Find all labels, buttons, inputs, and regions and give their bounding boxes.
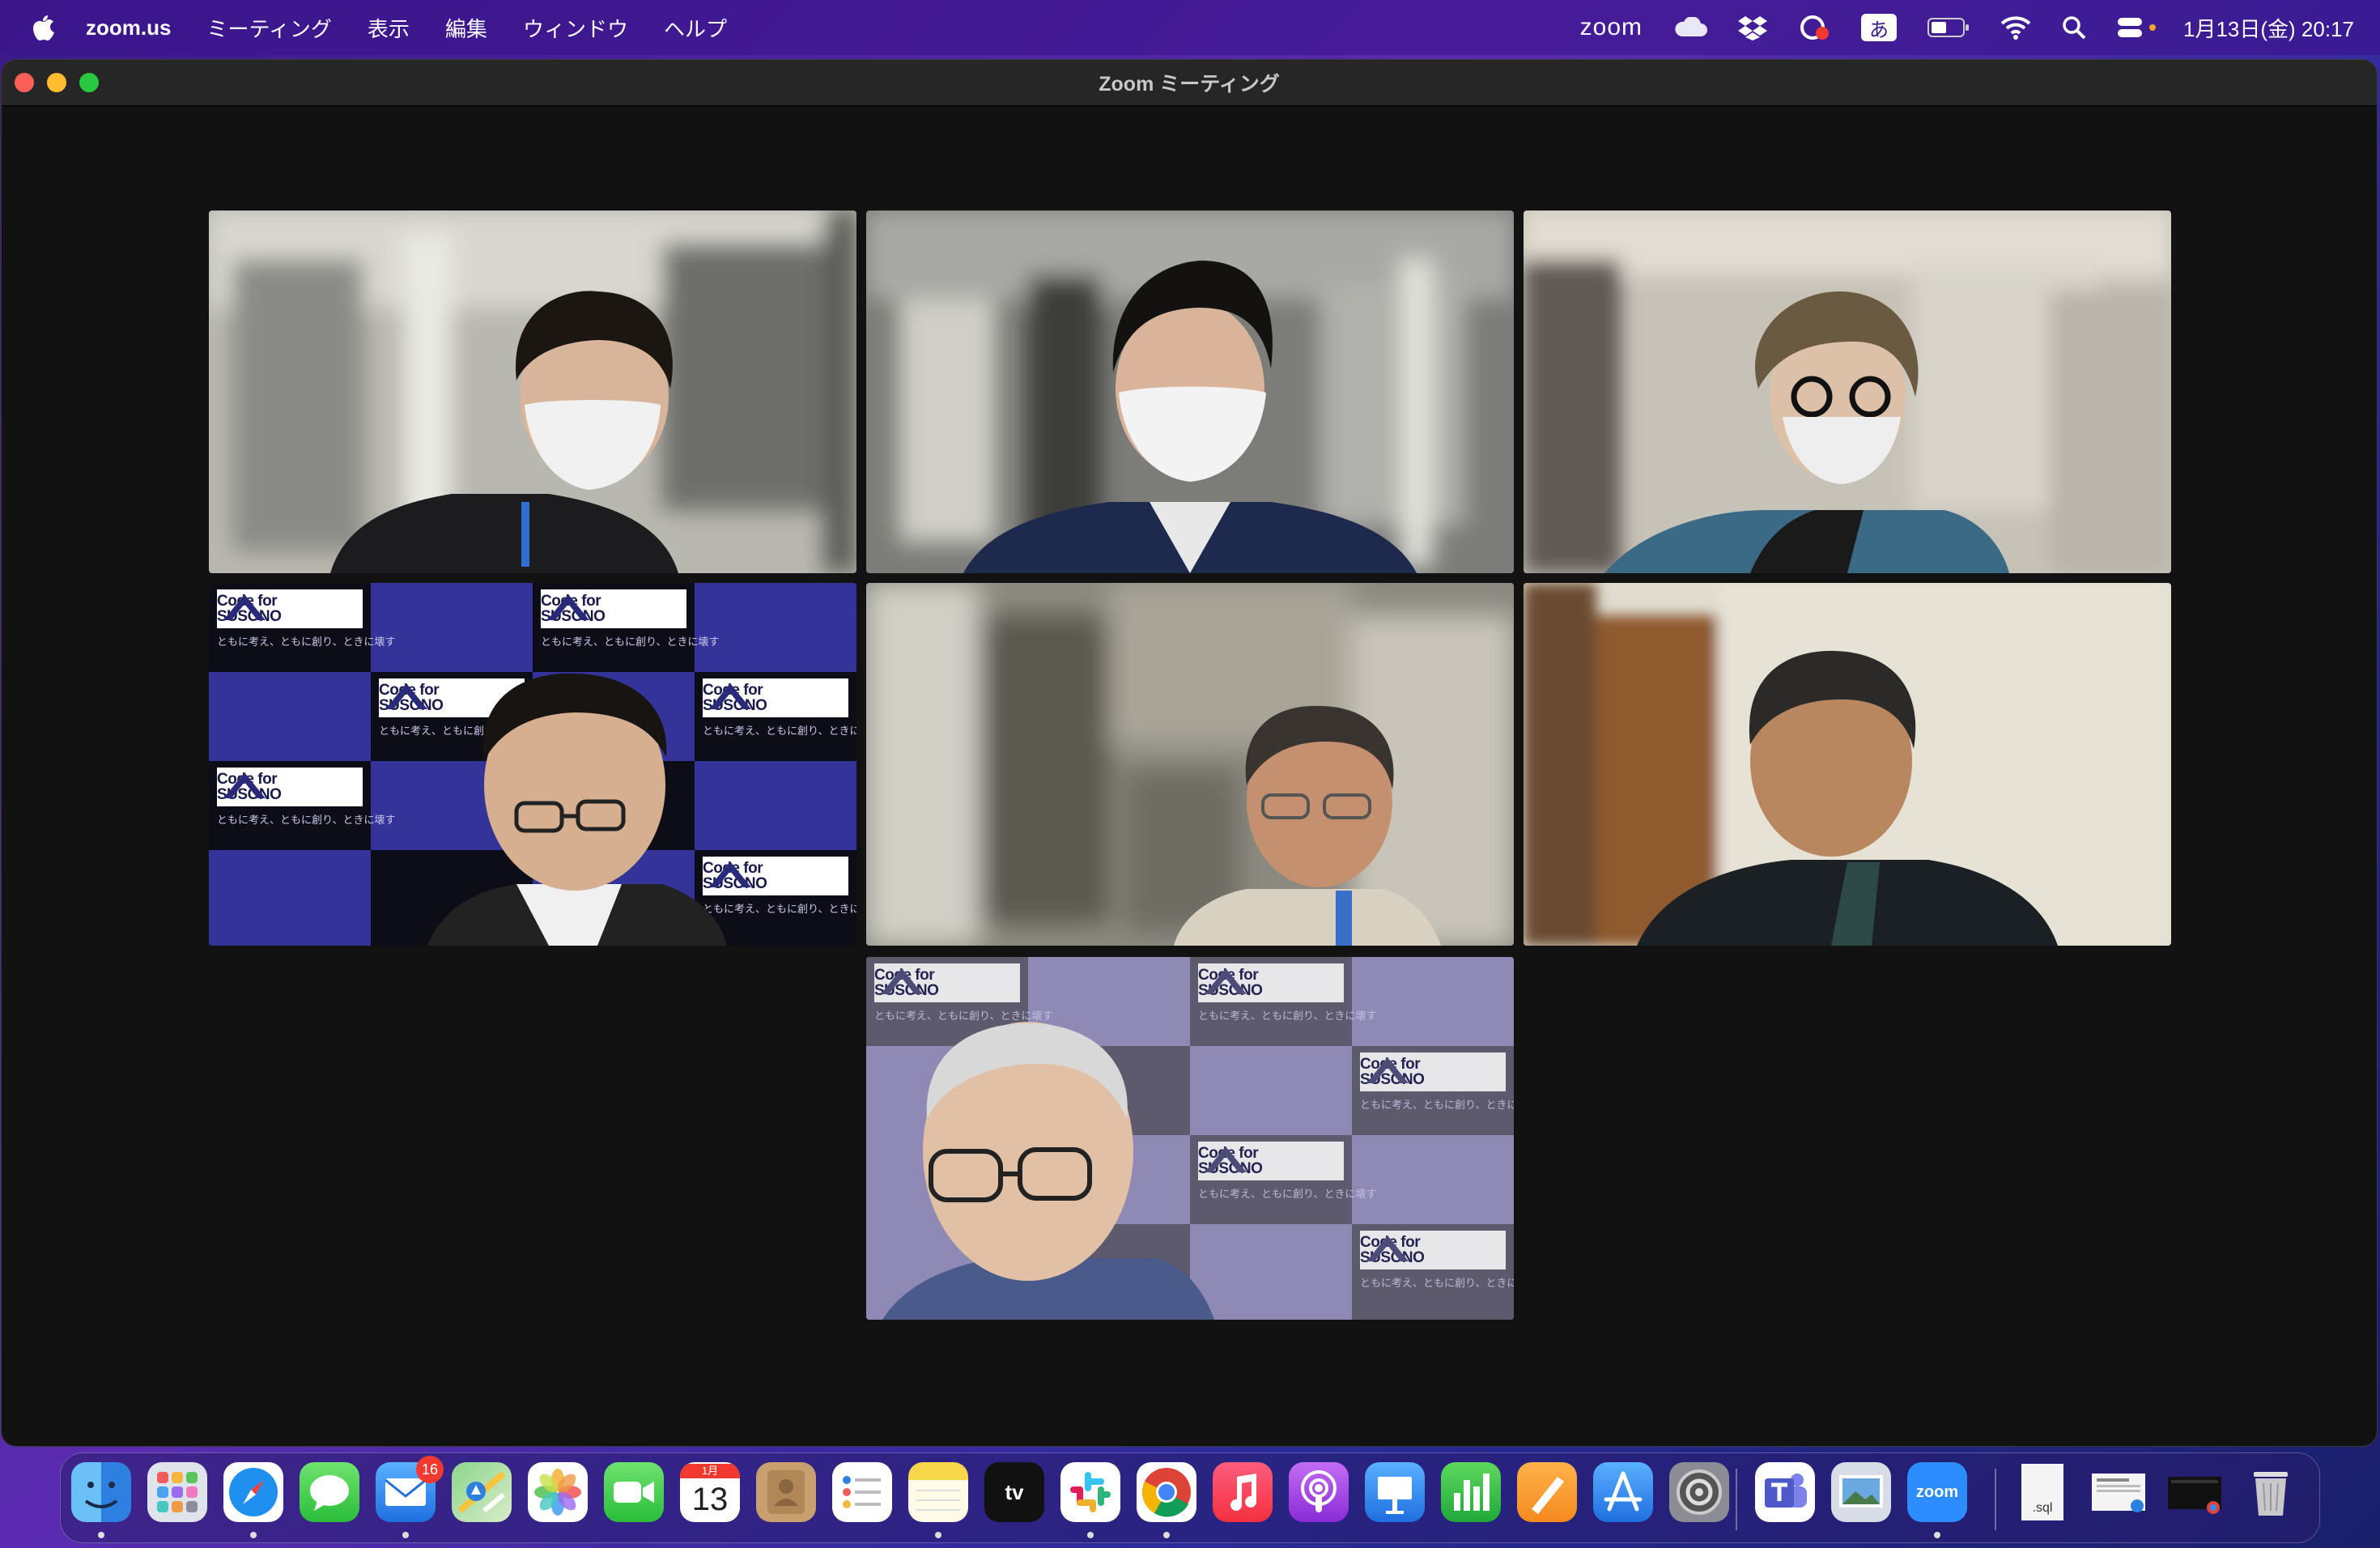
messages-icon[interactable] [300,1462,359,1522]
battery-icon[interactable] [1927,17,1970,38]
window-titlebar: Zoom ミーティング [2,60,2377,106]
participant-video-feed [1524,583,2171,946]
participant-video-feed [882,1022,1214,1320]
zoom-meeting-window: Zoom ミーティング Code for SUSONO ともに考え、ともに創り、… [2,60,2377,1446]
menu-edit[interactable]: 編集 [445,13,487,43]
screenshot-thumbnail-icon[interactable] [2165,1462,2225,1522]
preview-icon[interactable] [1831,1462,1891,1522]
app-menu[interactable]: zoom.us [86,15,171,40]
menu-meeting[interactable]: ミーティング [206,13,331,43]
participant-video-tile[interactable]: Code for SUSONO ともに考え、ともに創り、ときに壊す Code for… [209,583,856,946]
apple-tv-label: tv [1005,1479,1024,1504]
launchpad-icon[interactable] [147,1462,207,1522]
document-thumbnail-icon[interactable] [2089,1462,2148,1522]
app-store-icon[interactable] [1593,1462,1653,1522]
participant-video-feed [1524,211,2171,573]
participant-video-tile[interactable] [1524,211,2171,573]
menu-help[interactable]: ヘルプ [664,13,727,43]
contacts-icon[interactable] [756,1462,816,1522]
participant-video-feed [209,211,856,573]
sql-file-label: .sql [2032,1501,2053,1515]
menu-window[interactable]: ウィンドウ [523,13,628,43]
keynote-icon[interactable] [1365,1462,1425,1522]
icloud-icon[interactable] [1673,17,1707,38]
numbers-icon[interactable] [1441,1462,1501,1522]
apple-menu-icon[interactable] [29,11,58,44]
music-icon[interactable] [1213,1462,1273,1522]
participant-video-tile-active-speaker[interactable] [866,583,1514,946]
participant-video-feed [427,673,727,946]
participant-video-feed [866,583,1514,946]
participant-video-tile[interactable] [1524,583,2171,946]
input-method-indicator[interactable]: あ [1861,14,1898,41]
zoom-app-label: zoom [1915,1482,1959,1501]
zoom-app-icon[interactable]: zoom [1907,1462,1967,1522]
minimize-window-button[interactable] [47,73,66,92]
system-settings-icon[interactable] [1669,1462,1729,1522]
pages-icon[interactable] [1517,1462,1577,1522]
slack-icon[interactable] [1060,1462,1120,1522]
dock: 16 1月 13 tv zoom .sql [60,1452,2320,1543]
menu-bar: zoom.us ミーティング 表示 編集 ウィンドウ ヘルプ zoom あ 1月… [0,0,2380,55]
close-window-button[interactable] [15,73,34,92]
mail-unread-badge: 16 [416,1456,444,1483]
menubar-clock[interactable]: 1月13日(金) 20:17 [2183,13,2354,43]
menu-view[interactable]: 表示 [368,13,410,43]
microsoft-teams-icon[interactable] [1755,1462,1815,1522]
maps-icon[interactable] [452,1462,512,1522]
window-title: Zoom ミーティング [1099,73,1280,96]
calendar-icon[interactable]: 1月 13 [680,1462,740,1522]
spotlight-search-icon[interactable] [2062,15,2086,40]
photos-icon[interactable] [528,1462,588,1522]
chrome-icon[interactable] [1137,1462,1196,1522]
participant-video-tile[interactable]: Code for SUSONO ともに考え、ともに創り、ときに壊す Code for… [866,957,1514,1320]
dropbox-icon[interactable] [1738,15,1768,40]
calendar-day: 13 [691,1482,729,1517]
notes-icon[interactable] [908,1462,968,1522]
trash-icon[interactable] [2241,1462,2301,1522]
calendar-month: 1月 [680,1464,740,1478]
participant-video-tile[interactable] [866,211,1514,573]
finder-icon[interactable] [71,1462,131,1522]
fullscreen-window-button[interactable] [79,73,99,92]
apple-tv-icon[interactable]: tv [984,1462,1044,1522]
sql-file-icon[interactable]: .sql [2012,1462,2072,1522]
control-center-icon[interactable] [2117,15,2157,40]
facetime-icon[interactable] [604,1462,664,1522]
participant-video-feed [866,211,1514,573]
wifi-icon[interactable] [2000,15,2031,40]
zoom-tray-icon[interactable]: zoom [1580,14,1643,41]
podcasts-icon[interactable] [1289,1462,1349,1522]
safari-icon[interactable] [223,1462,283,1522]
creative-cloud-icon[interactable] [1798,14,1830,41]
participant-video-tile[interactable] [209,211,856,573]
reminders-icon[interactable] [832,1462,892,1522]
